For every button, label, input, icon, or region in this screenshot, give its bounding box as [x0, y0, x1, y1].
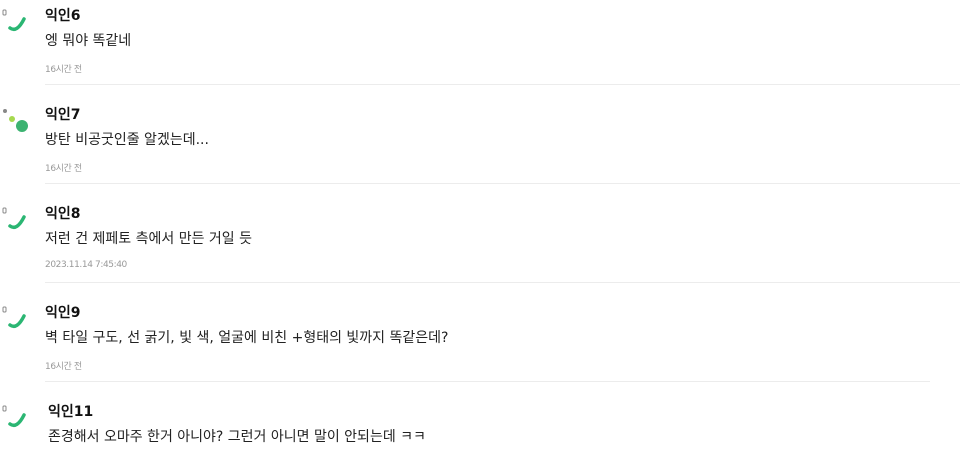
comment-item: 익인9 벽 타일 구도, 선 굵기, 빛 색, 얼굴에 비친 +형태의 빛까지 … — [0, 297, 960, 396]
divider — [45, 84, 960, 85]
comment-author[interactable]: 익인6 — [45, 5, 81, 25]
comment-author[interactable]: 익인8 — [45, 203, 81, 223]
comment-item: 익인8 저런 건 제페토 측에서 만든 거일 듯 2023.11.14 7:45… — [0, 198, 960, 297]
comment-item: 익인7 방탄 비공굿인줄 알겠는데... 16시간 전 — [0, 99, 960, 198]
divider — [45, 183, 960, 184]
comment-text: 엥 뭐야 똑같네 — [45, 33, 132, 49]
divider — [45, 381, 930, 382]
comment-author[interactable]: 익인11 — [48, 401, 93, 421]
comment-item: 익인11 존경해서 오마주 한거 아니야? 그런거 아니면 말이 안되는데 ㅋㅋ — [0, 396, 960, 468]
comment-item: 익인6 엥 뭐야 똑같네 16시간 전 — [0, 0, 960, 99]
comment-time: 16시간 전 — [45, 65, 82, 75]
comment-text: 방탄 비공굿인줄 알겠는데... — [45, 132, 209, 148]
avatar-dots-icon[interactable] — [0, 99, 40, 139]
comment-time: 16시간 전 — [45, 362, 82, 372]
avatar-arc-icon[interactable] — [0, 0, 40, 40]
comment-author[interactable]: 익인9 — [45, 302, 81, 322]
comment-time: 16시간 전 — [45, 164, 82, 174]
avatar-arc-icon[interactable] — [0, 198, 40, 238]
avatar-arc-icon[interactable] — [0, 396, 40, 436]
comment-text: 벽 타일 구도, 선 굵기, 빛 색, 얼굴에 비친 +형태의 빛까지 똑같은데… — [45, 330, 449, 346]
comment-text: 존경해서 오마주 한거 아니야? 그런거 아니면 말이 안되는데 ㅋㅋ — [48, 429, 426, 445]
comment-author[interactable]: 익인7 — [45, 104, 81, 124]
comment-text: 저런 건 제페토 측에서 만든 거일 듯 — [45, 231, 253, 247]
comment-time: 2023.11.14 7:45:40 — [45, 260, 127, 270]
avatar-arc-icon[interactable] — [0, 297, 40, 337]
divider — [45, 282, 960, 283]
